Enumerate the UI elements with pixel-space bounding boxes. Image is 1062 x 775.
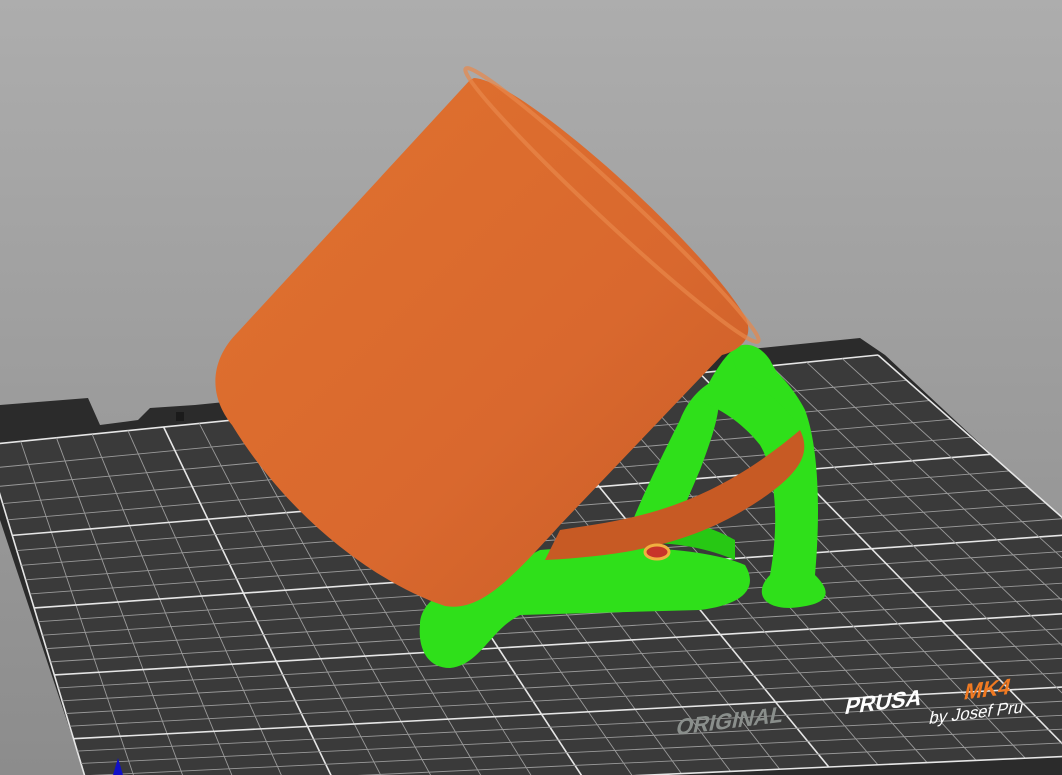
support-contact-point <box>643 543 671 561</box>
bed-peg <box>176 412 184 421</box>
3d-viewport[interactable]: ORIGINAL PRUSA MK4 by Josef Pru <box>0 0 1062 775</box>
